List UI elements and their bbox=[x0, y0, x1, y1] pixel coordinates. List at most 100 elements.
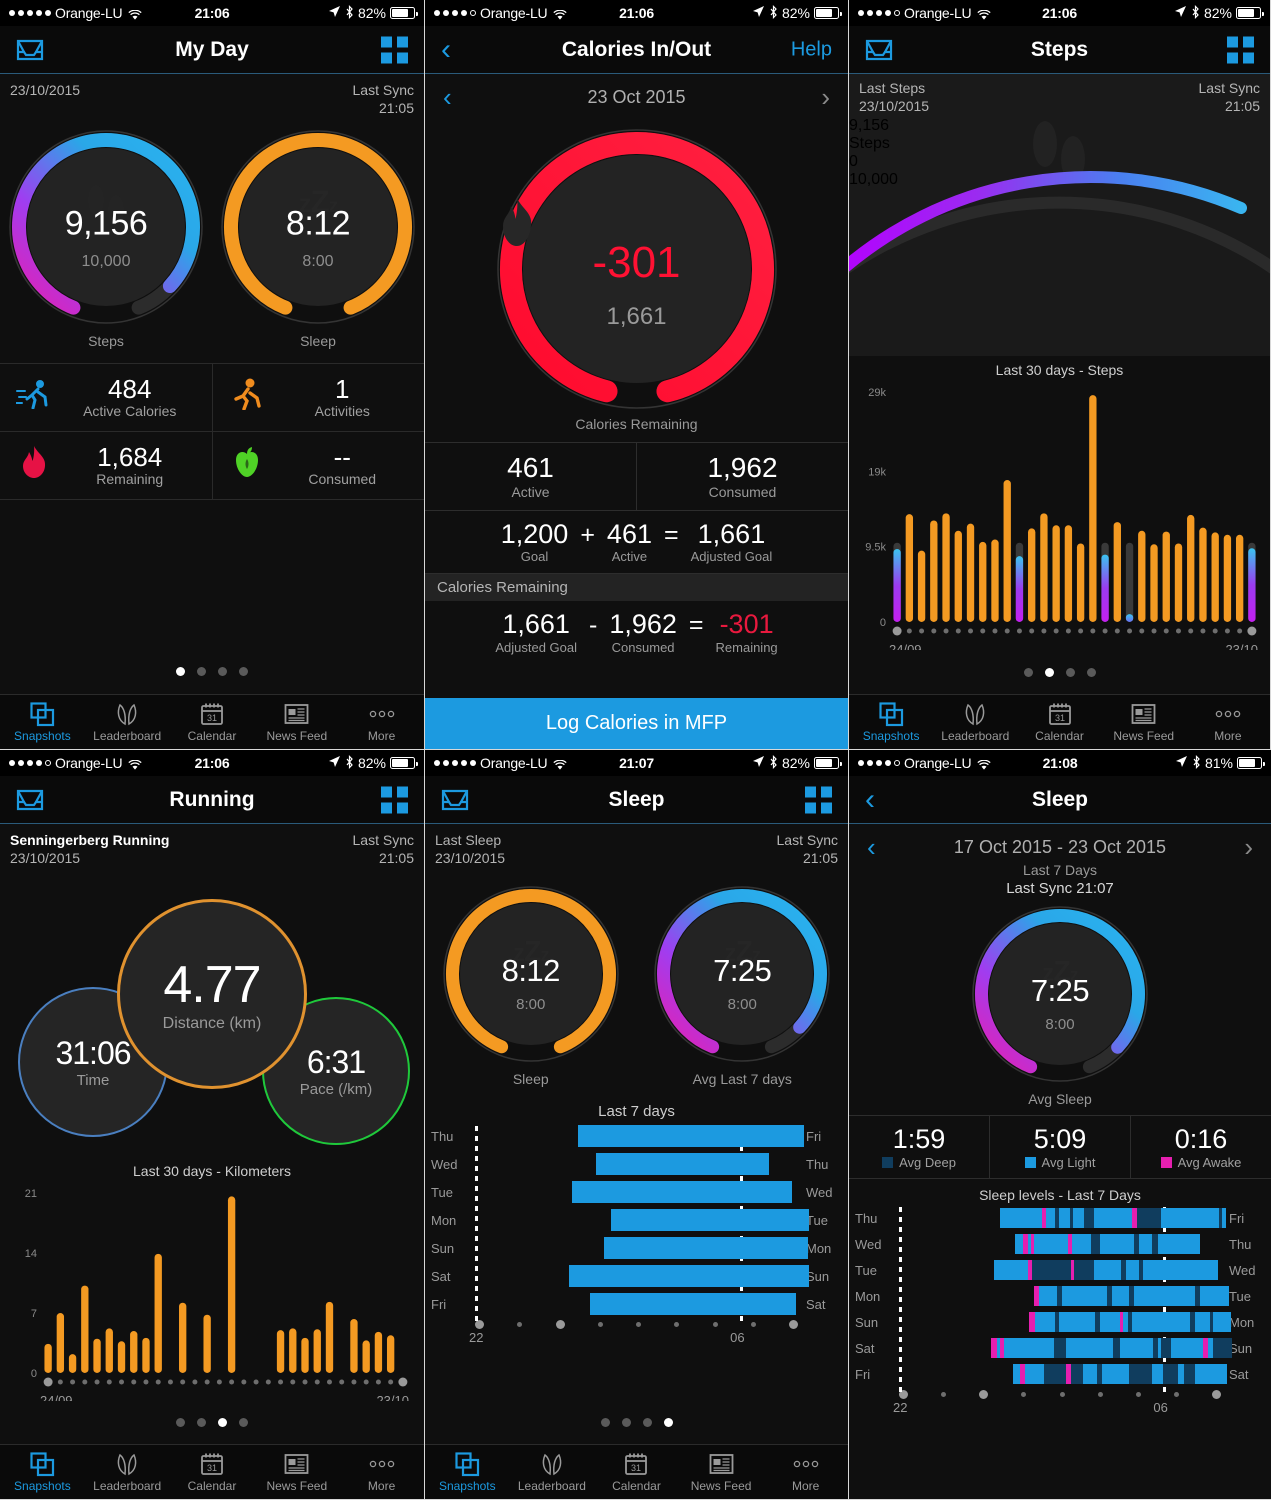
sleep-range-row[interactable]: Fri Sat bbox=[431, 1290, 842, 1318]
page-dot[interactable] bbox=[643, 1418, 652, 1427]
stat-consumed[interactable]: -- Consumed bbox=[212, 432, 425, 499]
chevron-left-icon[interactable]: ‹ bbox=[867, 834, 876, 860]
avg-sleep-ring-widget[interactable]: zZz 7:25 8:00 Avg Last 7 days bbox=[653, 885, 831, 1087]
bar[interactable] bbox=[1028, 528, 1035, 622]
nav-right-action[interactable] bbox=[805, 786, 832, 813]
bar[interactable] bbox=[1163, 532, 1170, 622]
grid-icon[interactable] bbox=[381, 36, 408, 63]
tab-snapshots[interactable]: Snapshots bbox=[0, 701, 85, 743]
tab-leaderboard[interactable]: Leaderboard bbox=[85, 1451, 170, 1493]
sleep-range-row[interactable]: Tue Wed bbox=[431, 1178, 842, 1206]
back-chevron-icon[interactable]: ‹ bbox=[441, 33, 451, 66]
tab-calendar[interactable]: 31 Calendar bbox=[170, 1451, 255, 1493]
back-chevron-icon[interactable]: ‹ bbox=[865, 783, 875, 816]
sleep-range-bar[interactable] bbox=[572, 1181, 792, 1203]
chevron-right-icon[interactable]: › bbox=[821, 84, 830, 110]
grid-icon[interactable] bbox=[805, 786, 832, 813]
page-dot[interactable] bbox=[622, 1418, 631, 1427]
bar[interactable] bbox=[57, 1313, 64, 1373]
stat-activities[interactable]: 1 Activities bbox=[212, 364, 425, 431]
sleep-range-bar[interactable] bbox=[578, 1125, 804, 1147]
nav-left-action[interactable] bbox=[865, 39, 893, 61]
bar[interactable] bbox=[930, 520, 937, 622]
page-dots[interactable] bbox=[849, 668, 1270, 677]
tab-calendar[interactable]: 31 Calendar bbox=[594, 1451, 679, 1493]
page-dot[interactable] bbox=[197, 1418, 206, 1427]
sleep-range-row[interactable]: Wed Thu bbox=[431, 1150, 842, 1178]
bar[interactable] bbox=[387, 1335, 394, 1373]
inbox-icon[interactable] bbox=[16, 789, 44, 811]
bar[interactable] bbox=[93, 1339, 100, 1373]
sleep-level-row[interactable]: Fri Sat bbox=[855, 1361, 1265, 1387]
bar[interactable] bbox=[1016, 556, 1023, 622]
bar[interactable] bbox=[1126, 614, 1133, 622]
nav-left-action[interactable] bbox=[441, 789, 469, 811]
bar[interactable] bbox=[1212, 532, 1219, 622]
sleep-range-row[interactable]: Mon Tue bbox=[431, 1206, 842, 1234]
bar[interactable] bbox=[967, 524, 974, 622]
sleep-range-bar[interactable] bbox=[611, 1209, 810, 1231]
bar[interactable] bbox=[142, 1338, 149, 1373]
bar[interactable] bbox=[1175, 543, 1182, 622]
bar[interactable] bbox=[893, 549, 900, 622]
sleep-ring-widget[interactable]: zZz 8:12 8:00 Sleep bbox=[442, 885, 620, 1087]
bar[interactable] bbox=[991, 540, 998, 622]
nav-right-action[interactable] bbox=[381, 36, 408, 63]
bar[interactable] bbox=[1236, 535, 1243, 622]
bar[interactable] bbox=[918, 551, 925, 622]
tab-more[interactable]: More bbox=[339, 1451, 424, 1493]
sleep-range-row[interactable]: Thu Fri bbox=[431, 1122, 842, 1150]
bar[interactable] bbox=[81, 1286, 88, 1373]
bar[interactable] bbox=[228, 1196, 235, 1373]
tab-more[interactable]: More bbox=[763, 1451, 848, 1493]
sleep-level-row[interactable]: Wed Thu bbox=[855, 1231, 1265, 1257]
tab-leaderboard[interactable]: Leaderboard bbox=[510, 1451, 595, 1493]
steps-ring-widget[interactable]: 9,156 10,000 Steps bbox=[8, 129, 204, 349]
inbox-icon[interactable] bbox=[865, 39, 893, 61]
bar[interactable] bbox=[942, 513, 949, 622]
bar[interactable] bbox=[363, 1340, 370, 1373]
page-dot[interactable] bbox=[239, 667, 248, 676]
nav-right-action[interactable]: Help bbox=[791, 38, 832, 61]
tab-calendar[interactable]: 31 Calendar bbox=[1017, 701, 1101, 743]
tab-snapshots[interactable]: Snapshots bbox=[849, 701, 933, 743]
page-dot[interactable] bbox=[218, 1418, 227, 1427]
bar[interactable] bbox=[1114, 522, 1121, 622]
nav-right-action[interactable] bbox=[381, 786, 408, 813]
inbox-icon[interactable] bbox=[441, 789, 469, 811]
nav-left-action[interactable] bbox=[16, 39, 44, 61]
bar[interactable] bbox=[1077, 543, 1084, 622]
page-dot[interactable] bbox=[601, 1418, 610, 1427]
tab-leaderboard[interactable]: Leaderboard bbox=[933, 701, 1017, 743]
bar[interactable] bbox=[69, 1354, 76, 1373]
steps-arc-widget[interactable]: Last Steps 23/10/2015 Last Sync 21:05 9,… bbox=[849, 74, 1270, 356]
page-dots[interactable] bbox=[0, 1418, 424, 1427]
grid-icon[interactable] bbox=[381, 786, 408, 813]
bar[interactable] bbox=[277, 1330, 284, 1373]
bar[interactable] bbox=[1187, 515, 1194, 622]
nav-left-action[interactable]: ‹ bbox=[441, 35, 451, 65]
tab-news-feed[interactable]: News Feed bbox=[254, 1451, 339, 1493]
chevron-left-icon[interactable]: ‹ bbox=[443, 84, 452, 110]
log-calories-mfp-button[interactable]: Log Calories in MFP bbox=[425, 698, 848, 749]
inbox-icon[interactable] bbox=[16, 39, 44, 61]
sleep-range-row[interactable]: Sat Sun bbox=[431, 1262, 842, 1290]
sleep-range-row[interactable]: Sun Mon bbox=[431, 1234, 842, 1262]
bar[interactable] bbox=[1138, 531, 1145, 622]
page-dots[interactable] bbox=[425, 1418, 848, 1427]
grid-icon[interactable] bbox=[1227, 36, 1254, 63]
bar[interactable] bbox=[1040, 513, 1047, 622]
bar[interactable] bbox=[289, 1328, 296, 1373]
distance-circle[interactable]: 4.77 Distance (km) bbox=[117, 899, 307, 1089]
bar[interactable] bbox=[1150, 544, 1157, 622]
page-dot[interactable] bbox=[218, 667, 227, 676]
tab-calendar[interactable]: 31 Calendar bbox=[170, 701, 255, 743]
sleep-range-bar[interactable] bbox=[590, 1293, 797, 1315]
bar[interactable] bbox=[314, 1329, 321, 1373]
help-link[interactable]: Help bbox=[791, 38, 832, 60]
stat-remaining[interactable]: 1,684 Remaining bbox=[0, 432, 212, 499]
bar[interactable] bbox=[906, 514, 913, 622]
sleep-level-row[interactable]: Thu Fri bbox=[855, 1205, 1265, 1231]
bar[interactable] bbox=[1004, 480, 1011, 622]
page-dot[interactable] bbox=[239, 1418, 248, 1427]
